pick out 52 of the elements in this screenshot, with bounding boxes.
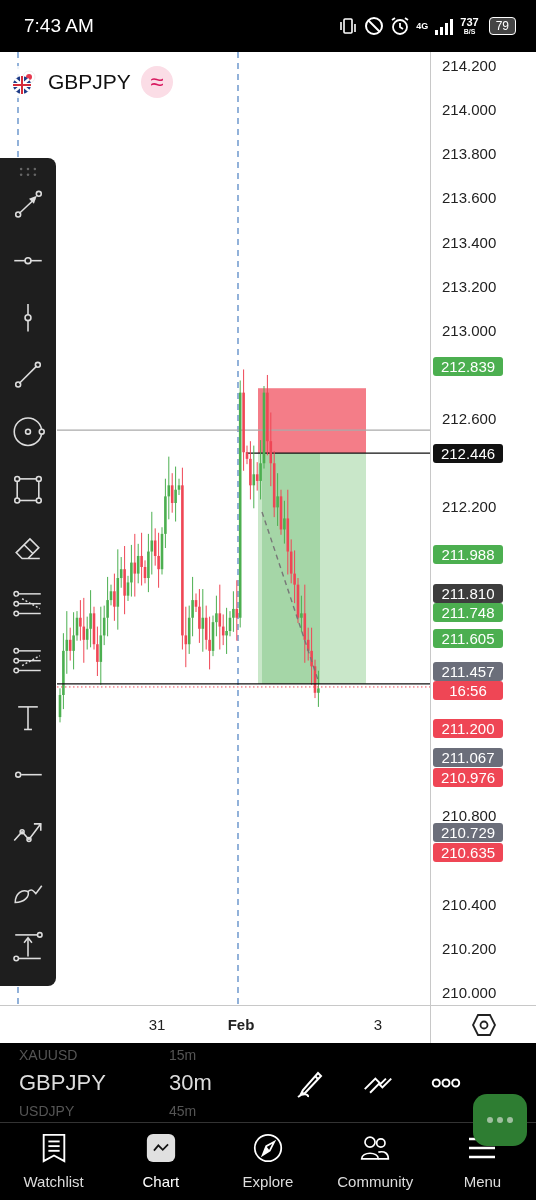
chart-type-button[interactable]: ≈ xyxy=(140,66,173,98)
interval-option[interactable]: 30m xyxy=(169,1063,239,1102)
symbol-option[interactable]: GBPJPY xyxy=(19,1063,169,1102)
network-speed: 737 xyxy=(460,17,479,28)
floating-action-button[interactable] xyxy=(473,1094,527,1146)
price-label: 211.810 xyxy=(433,583,503,603)
chart-icon xyxy=(145,1133,176,1163)
more-icon xyxy=(485,1115,515,1125)
alarm-icon xyxy=(390,16,411,36)
price-label: 211.988 xyxy=(433,544,503,564)
do-not-disturb-icon xyxy=(364,16,385,36)
date-label: Feb xyxy=(227,1016,255,1033)
settings-icon[interactable] xyxy=(470,1011,497,1038)
price-tick-label: 210.400 xyxy=(442,895,497,914)
price-label: 212.839 xyxy=(433,356,503,376)
price-tick-label: 213.000 xyxy=(442,321,497,340)
price-label: 211.067 xyxy=(433,747,503,767)
compass-icon xyxy=(253,1133,283,1163)
date-label: 31 xyxy=(148,1016,166,1033)
price-label: 212.446 xyxy=(433,443,503,463)
price-label: 210.635 xyxy=(433,843,503,863)
profit-zone[interactable] xyxy=(258,453,366,684)
price-tick-label: 210.200 xyxy=(442,939,497,958)
price-tick-label: 214.000 xyxy=(442,101,497,120)
drag-handle-icon[interactable] xyxy=(18,166,38,178)
date-label: 3 xyxy=(373,1016,383,1033)
price-tick-label: 213.600 xyxy=(442,189,497,208)
price-label: 211.457 xyxy=(433,661,503,681)
price-label: 210.729 xyxy=(433,822,503,842)
price-tick-label: 213.800 xyxy=(442,145,497,164)
people-icon xyxy=(360,1133,391,1163)
nav-tab[interactable]: Explore xyxy=(214,1123,322,1200)
price-label: 210.976 xyxy=(433,768,503,788)
price-tick-label: 213.200 xyxy=(442,277,497,296)
vibrate-icon xyxy=(338,16,359,36)
network-type: 4G xyxy=(416,21,429,31)
price-label: 211.605 xyxy=(433,629,503,649)
price-tick-label: 213.400 xyxy=(442,233,497,252)
price-label: 211.748 xyxy=(433,602,503,622)
nav-tab[interactable]: Chart xyxy=(107,1123,215,1200)
price-tick-label: 212.200 xyxy=(442,498,497,517)
price-tick-label: 214.200 xyxy=(442,57,497,75)
symbol-title[interactable]: GBPJPY xyxy=(48,70,131,94)
battery-indicator: 79 xyxy=(488,17,516,35)
price-tick-label: 212.600 xyxy=(442,410,497,429)
signal-icon xyxy=(434,16,455,36)
price-label: 16:56 xyxy=(433,680,503,700)
nav-tab[interactable]: Community xyxy=(321,1123,429,1200)
nav-tab[interactable]: Watchlist xyxy=(0,1123,108,1200)
status-time: 7:43 AM xyxy=(24,15,94,37)
price-tick-label: 210.000 xyxy=(442,983,497,1002)
price-label: 211.200 xyxy=(433,718,503,738)
